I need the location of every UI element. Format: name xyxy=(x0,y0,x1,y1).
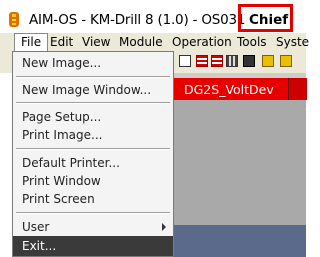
tab-label: DG2S_VoltDev xyxy=(184,82,274,97)
network-icon[interactable] xyxy=(262,55,274,67)
menu-divider xyxy=(16,102,170,104)
menu-system[interactable]: Syste xyxy=(276,35,309,49)
app-icon xyxy=(9,12,19,27)
grid-icon[interactable] xyxy=(226,55,238,67)
window-title: AIM-OS - KM-Drill 8 (1.0) - OS031 xyxy=(29,12,246,28)
menu-item-default-printer[interactable]: Default Printer... xyxy=(22,156,120,170)
workspace-bottom xyxy=(174,225,306,257)
monitor-icon[interactable] xyxy=(243,55,255,67)
menu-view[interactable]: View xyxy=(82,35,110,49)
tab-next[interactable] xyxy=(288,78,307,100)
menu-item-print-image[interactable]: Print Image... xyxy=(22,128,102,142)
menu-item-print-window[interactable]: Print Window xyxy=(22,174,101,188)
network-icon-2[interactable] xyxy=(280,55,292,67)
window-icon[interactable] xyxy=(179,55,191,67)
menu-tools[interactable]: Tools xyxy=(237,35,267,49)
list-red-icon-2[interactable] xyxy=(211,55,223,67)
menu-file[interactable]: File xyxy=(14,33,49,51)
menu-item-print-screen[interactable]: Print Screen xyxy=(22,192,95,206)
list-red-icon[interactable] xyxy=(196,55,208,67)
menu-item-new-image[interactable]: New Image... xyxy=(22,56,101,70)
chevron-right-icon xyxy=(162,223,166,231)
menu-item-exit[interactable]: Exit... xyxy=(22,239,56,253)
menu-item-new-image-window[interactable]: New Image Window... xyxy=(22,83,151,97)
menu-module[interactable]: Module xyxy=(119,35,163,49)
menu-divider xyxy=(16,76,170,78)
menu-divider xyxy=(16,148,170,150)
workspace xyxy=(174,100,306,225)
menu-item-user[interactable]: User xyxy=(22,220,49,234)
menu-divider xyxy=(16,212,170,214)
menu-item-page-setup[interactable]: Page Setup... xyxy=(22,110,101,124)
menu-operation[interactable]: Operation xyxy=(172,35,232,49)
role-label: Chief xyxy=(249,12,289,28)
menu-edit[interactable]: Edit xyxy=(50,35,73,49)
